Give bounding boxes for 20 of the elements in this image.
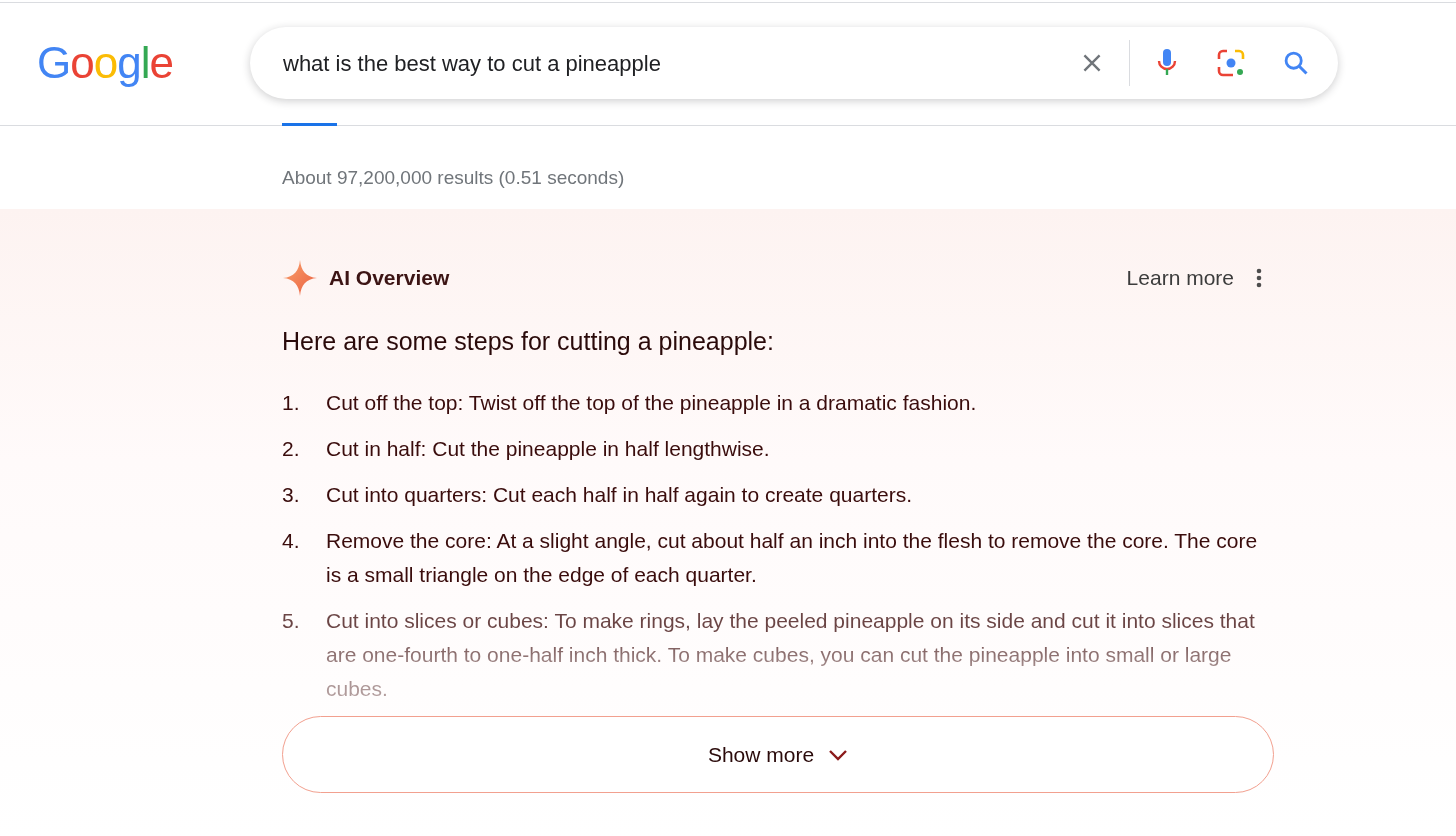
step-number: 3. bbox=[282, 482, 301, 508]
camera-icon[interactable] bbox=[1216, 48, 1246, 78]
step-number: 2. bbox=[282, 436, 301, 462]
google-logo[interactable]: Google bbox=[37, 41, 173, 85]
results-stats: About 97,200,000 results (0.51 seconds) bbox=[282, 166, 626, 190]
overview-heading: Here are some steps for cutting a pineapple: bbox=[282, 325, 775, 357]
learn-more-link[interactable]: Learn more bbox=[1126, 261, 1234, 294]
step-number: 4. bbox=[282, 528, 301, 554]
step-number: 1. bbox=[282, 390, 301, 416]
more-options-icon[interactable] bbox=[1256, 267, 1262, 288]
step-text: Cut in half: Cut the pineapple in half lengthwise. bbox=[326, 436, 770, 462]
step-number: 5. bbox=[282, 608, 301, 634]
step-text: Cut off the top: Twist off the top of the pineapple in a dramatic fashion. bbox=[326, 390, 977, 416]
step-text: Cut into quarters: Cut each half in half again to create quarters. bbox=[326, 482, 912, 508]
show-more-button[interactable]: Show more bbox=[282, 716, 1274, 793]
search-input[interactable]: what is the best way to cut a pineapple bbox=[283, 46, 1079, 80]
chevron-down-icon bbox=[828, 748, 849, 761]
ai-overview-title: AI Overview bbox=[329, 264, 450, 291]
step-text: Remove the core: At a slight angle, cut about half an inch into the flesh to remove the core. The core is a small triangle on the edge of each quarter. bbox=[326, 528, 1259, 588]
search-icon[interactable] bbox=[1282, 49, 1310, 77]
